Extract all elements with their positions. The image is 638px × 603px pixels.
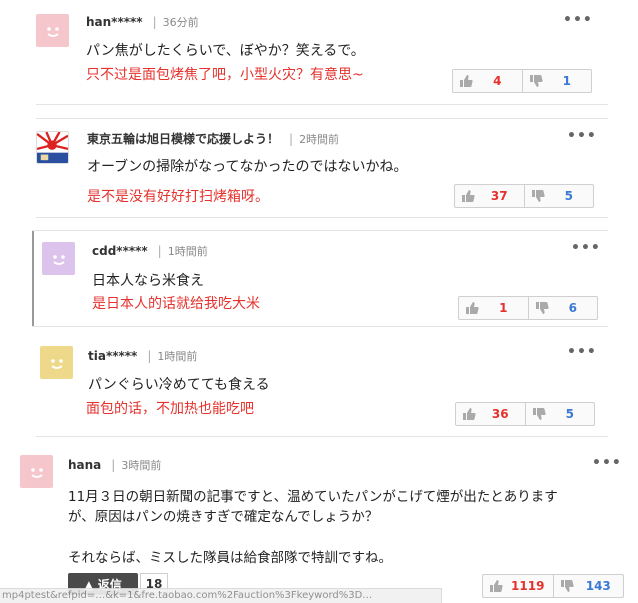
bad-count: 1: [562, 74, 571, 88]
thumbs-up-icon: [460, 75, 473, 87]
divider: [36, 217, 608, 218]
timestamp: 3時間前: [121, 459, 162, 472]
thumbs-up-button[interactable]: 37: [455, 185, 524, 207]
separator: |: [147, 349, 152, 363]
thumbs-up-icon: [490, 580, 503, 592]
divider: [32, 230, 608, 231]
vote-box: 1119 143: [482, 574, 624, 598]
avatar[interactable]: [20, 455, 53, 488]
comment-translation: 面包的话，不加热也能吃吧: [86, 401, 254, 417]
bad-count: 143: [585, 579, 611, 593]
thumbs-down-button[interactable]: 1: [521, 70, 592, 92]
separator: |: [157, 244, 162, 258]
timestamp: 36分前: [162, 16, 199, 29]
comment-text: パンぐらい冷めてても食える: [88, 377, 270, 393]
thumbs-up-icon: [466, 302, 479, 314]
comment-meta: cdd***** | 1時間前: [92, 243, 208, 259]
vote-box: 1 6: [458, 296, 598, 320]
thumbs-down-icon: [532, 408, 546, 420]
divider: [36, 436, 608, 437]
comment-text-line: が、原因はパンの焼きすぎで確定なんでしょうか？: [68, 509, 379, 525]
comment-meta: han***** | 36分前: [86, 14, 199, 30]
face-icon: [52, 254, 65, 265]
username-link[interactable]: 東京五輪は旭日模様で応援しよう！: [87, 130, 279, 147]
comment-translation: 是不是没有好好打扫烤箱呀。: [87, 189, 269, 205]
good-count: 4: [493, 74, 502, 88]
thumbs-down-icon: [560, 580, 574, 592]
vote-box: 37 5: [454, 184, 594, 208]
comment-text-line: それならば、ミスした隊員は給食部隊で特訓ですね。: [68, 550, 392, 566]
more-options-icon[interactable]: •••: [567, 128, 597, 144]
timestamp: 2時間前: [299, 132, 340, 146]
more-options-icon[interactable]: •••: [592, 455, 622, 471]
comment-text-line: 11月３日の朝日新聞の記事ですと、温めていたパンがこげて煙が出たとあります: [68, 489, 558, 505]
bad-count: 5: [564, 189, 573, 203]
comment-text: オーブンの掃除がなってなかったのではないかね。: [87, 159, 408, 175]
timestamp: 1時間前: [167, 245, 208, 258]
face-icon: [30, 467, 43, 478]
avatar[interactable]: [42, 242, 75, 275]
divider: [32, 326, 608, 327]
more-options-icon[interactable]: •••: [567, 344, 597, 360]
divider: [36, 104, 608, 105]
more-options-icon[interactable]: •••: [563, 12, 593, 28]
comment-meta: tia***** | 1時間前: [88, 348, 197, 364]
rising-sun-flag-icon: [37, 132, 68, 163]
thumbs-up-button[interactable]: 4: [453, 70, 522, 92]
username-link[interactable]: tia*****: [88, 349, 137, 363]
divider: [36, 118, 608, 119]
comment-meta: 東京五輪は旭日模様で応援しよう！ | 2時間前: [87, 130, 339, 147]
comment-translation: 只不过是面包烤焦了吧，小型火灾？有意思~: [86, 67, 364, 83]
comment-text: パン焦がしたくらいで、ぼやか？笑えるで。: [86, 43, 365, 59]
username-link[interactable]: hana: [68, 458, 101, 472]
separator: |: [111, 458, 116, 472]
browser-status-url: mp4ptest&refpid=…&k=1&fre.taobao.com%2Fa…: [0, 588, 442, 603]
thumbs-up-button[interactable]: 1119: [483, 575, 553, 597]
face-icon: [50, 358, 63, 369]
username-link[interactable]: cdd*****: [92, 244, 148, 258]
avatar[interactable]: [40, 346, 73, 379]
thumbs-up-icon: [463, 408, 476, 420]
comment-translation: 是日本人的话就给我吃大米: [92, 296, 260, 312]
timestamp: 1時間前: [157, 350, 198, 363]
thumbs-down-icon: [531, 190, 545, 202]
vote-box: 36 5: [455, 402, 595, 426]
good-count: 36: [491, 407, 509, 421]
avatar[interactable]: [36, 14, 69, 47]
username-link[interactable]: han*****: [86, 15, 143, 29]
thumbs-down-button[interactable]: 5: [524, 403, 595, 425]
comment-meta: hana | 3時間前: [68, 457, 161, 473]
avatar[interactable]: [36, 131, 69, 164]
comment-text: 日本人なら米食え: [92, 273, 204, 289]
more-options-icon[interactable]: •••: [571, 240, 601, 256]
thumbs-down-button[interactable]: 5: [523, 185, 594, 207]
bad-count: 6: [568, 301, 577, 315]
thumbs-down-icon: [535, 302, 549, 314]
reply-thread-bar: [32, 230, 34, 326]
vote-box: 4 1: [452, 69, 592, 93]
good-count: 1: [499, 301, 508, 315]
thumbs-up-button[interactable]: 36: [456, 403, 525, 425]
face-icon: [46, 26, 59, 37]
separator: |: [152, 15, 157, 29]
bad-count: 5: [565, 407, 574, 421]
thumbs-down-button[interactable]: 143: [552, 575, 624, 597]
thumbs-up-button[interactable]: 1: [459, 297, 528, 319]
good-count: 37: [490, 189, 508, 203]
thumbs-up-icon: [462, 190, 475, 202]
separator: |: [289, 131, 294, 146]
good-count: 1119: [511, 579, 545, 593]
thumbs-down-button[interactable]: 6: [527, 297, 598, 319]
thumbs-down-icon: [529, 75, 543, 87]
